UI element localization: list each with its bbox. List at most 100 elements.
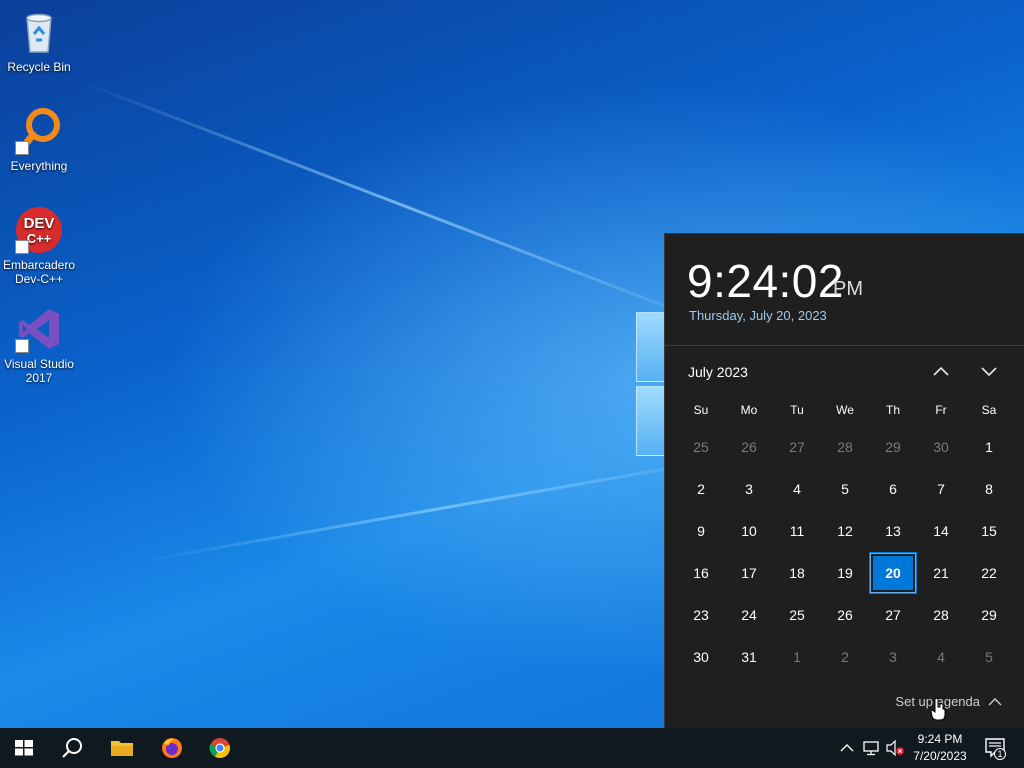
next-month-button[interactable] xyxy=(973,358,1005,386)
desktop-icon-label: Visual Studio 2017 xyxy=(4,357,74,385)
desktop-icon-recycle-bin[interactable]: Recycle Bin xyxy=(1,8,77,74)
weekday-label: Th xyxy=(885,403,900,417)
calendar-day[interactable]: 28 xyxy=(821,426,869,468)
calendar-day[interactable]: 30 xyxy=(917,426,965,468)
set-up-agenda-button[interactable]: Set up agenda xyxy=(895,694,1002,709)
show-hidden-icons-button[interactable] xyxy=(838,728,856,768)
calendar-day[interactable]: 6 xyxy=(869,468,917,510)
calendar-day[interactable]: 23 xyxy=(677,594,725,636)
calendar-day[interactable]: 24 xyxy=(725,594,773,636)
calendar-day[interactable]: 4 xyxy=(917,636,965,678)
desktop-icon-visual-studio[interactable]: Visual Studio 2017 xyxy=(1,305,77,385)
calendar-day[interactable]: 26 xyxy=(821,594,869,636)
calendar-day[interactable]: 2 xyxy=(677,468,725,510)
calendar-week-row: 23 24 25 26 27 28 29 xyxy=(677,594,1013,636)
svg-text:C++: C++ xyxy=(27,231,52,246)
wallpaper-logo-pane xyxy=(636,312,666,382)
calendar-day[interactable]: 1 xyxy=(773,636,821,678)
taskbar-clock[interactable]: 9:24 PM 7/20/2023 xyxy=(904,731,976,765)
calendar-day[interactable]: 12 xyxy=(821,510,869,552)
desktop-icon-label: Everything xyxy=(10,159,68,173)
calendar-grid: Su Mo Tu We Th Fr Sa 25 26 27 28 29 30 1 2 3 4 5 6 7… xyxy=(677,398,1013,678)
calendar-day[interactable]: 3 xyxy=(725,468,773,510)
calendar-day[interactable]: 26 xyxy=(725,426,773,468)
calendar-week-row: 16 17 18 19 20 21 22 xyxy=(677,552,1013,594)
svg-text:DEV: DEV xyxy=(24,215,55,232)
calendar-day[interactable]: 25 xyxy=(677,426,725,468)
file-explorer-icon xyxy=(111,741,133,756)
start-button[interactable] xyxy=(0,728,48,768)
taskbar: 9:24 PM 7/20/2023 1 xyxy=(0,728,1024,768)
wallpaper-light-beam xyxy=(79,80,735,334)
everything-search-icon xyxy=(15,107,63,155)
calendar-day-today[interactable]: 20 xyxy=(869,552,917,594)
calendar-day[interactable]: 9 xyxy=(677,510,725,552)
notification-count: 1 xyxy=(997,749,1002,759)
weekday-label: Mo xyxy=(740,403,758,417)
visual-studio-icon xyxy=(15,305,63,353)
calendar-day[interactable]: 19 xyxy=(821,552,869,594)
start-icon xyxy=(15,740,33,756)
desktop-icon-everything[interactable]: Everything xyxy=(1,107,77,173)
calendar-day[interactable]: 13 xyxy=(869,510,917,552)
calendar-week-row: 30 31 1 2 3 4 5 xyxy=(677,636,1013,678)
calendar-day[interactable]: 29 xyxy=(869,426,917,468)
flyout-time: 9:24:02 xyxy=(687,255,844,307)
weekday-label: Su xyxy=(693,403,709,417)
calendar-day[interactable]: 29 xyxy=(965,594,1013,636)
calendar-day[interactable]: 25 xyxy=(773,594,821,636)
calendar-day[interactable]: 2 xyxy=(821,636,869,678)
calendar-day[interactable]: 17 xyxy=(725,552,773,594)
calendar-day[interactable]: 4 xyxy=(773,468,821,510)
weekday-label: Tu xyxy=(790,403,804,417)
flyout-date-link[interactable]: Thursday, July 20, 2023 xyxy=(689,308,827,323)
calendar-day[interactable]: 14 xyxy=(917,510,965,552)
flyout-divider xyxy=(665,345,1024,346)
calendar-day[interactable]: 27 xyxy=(773,426,821,468)
calendar-day[interactable]: 22 xyxy=(965,552,1013,594)
action-center-button[interactable]: 1 xyxy=(980,728,1010,768)
calendar-day[interactable]: 18 xyxy=(773,552,821,594)
chrome-button[interactable] xyxy=(196,728,244,768)
calendar-day[interactable]: 5 xyxy=(821,468,869,510)
calendar-day[interactable]: 11 xyxy=(773,510,821,552)
volume-muted-icon xyxy=(886,739,904,757)
firefox-icon xyxy=(162,738,182,758)
calendar-day[interactable]: 21 xyxy=(917,552,965,594)
flyout-ampm: PM xyxy=(833,278,863,300)
firefox-button[interactable] xyxy=(148,728,196,768)
chevron-up-icon xyxy=(933,366,949,376)
file-explorer-button[interactable] xyxy=(98,728,146,768)
taskbar-time: 9:24 PM xyxy=(917,732,963,746)
calendar-week-row: 9 10 11 12 13 14 15 xyxy=(677,510,1013,552)
recycle-bin-icon xyxy=(15,8,63,56)
shortcut-arrow-icon xyxy=(15,240,29,254)
calendar-day[interactable]: 31 xyxy=(725,636,773,678)
calendar-week-row: 25 26 27 28 29 30 1 xyxy=(677,426,1013,468)
shortcut-arrow-icon xyxy=(15,339,29,353)
chevron-up-icon xyxy=(988,697,1002,705)
weekday-label: Sa xyxy=(981,403,997,417)
calendar-day[interactable]: 3 xyxy=(869,636,917,678)
previous-month-button[interactable] xyxy=(925,358,957,386)
calendar-day[interactable]: 10 xyxy=(725,510,773,552)
taskbar-date: 7/20/2023 xyxy=(913,749,967,763)
calendar-day[interactable]: 16 xyxy=(677,552,725,594)
calendar-day[interactable]: 8 xyxy=(965,468,1013,510)
volume-button[interactable] xyxy=(884,728,906,768)
calendar-day[interactable]: 15 xyxy=(965,510,1013,552)
calendar-day[interactable]: 5 xyxy=(965,636,1013,678)
month-label[interactable]: July 2023 xyxy=(688,364,748,380)
calendar-week-row: 2345678 xyxy=(677,468,1013,510)
shortcut-arrow-icon xyxy=(15,141,29,155)
search-button[interactable] xyxy=(48,728,96,768)
hand-cursor-icon xyxy=(930,697,946,721)
calendar-day[interactable]: 28 xyxy=(917,594,965,636)
notification-icon: 1 xyxy=(985,738,1006,760)
calendar-day[interactable]: 7 xyxy=(917,468,965,510)
calendar-day[interactable]: 1 xyxy=(965,426,1013,468)
calendar-day[interactable]: 30 xyxy=(677,636,725,678)
network-button[interactable] xyxy=(860,728,882,768)
calendar-day[interactable]: 27 xyxy=(869,594,917,636)
desktop-icon-devcpp[interactable]: DEV C++ Embarcadero Dev-C++ xyxy=(1,206,77,286)
